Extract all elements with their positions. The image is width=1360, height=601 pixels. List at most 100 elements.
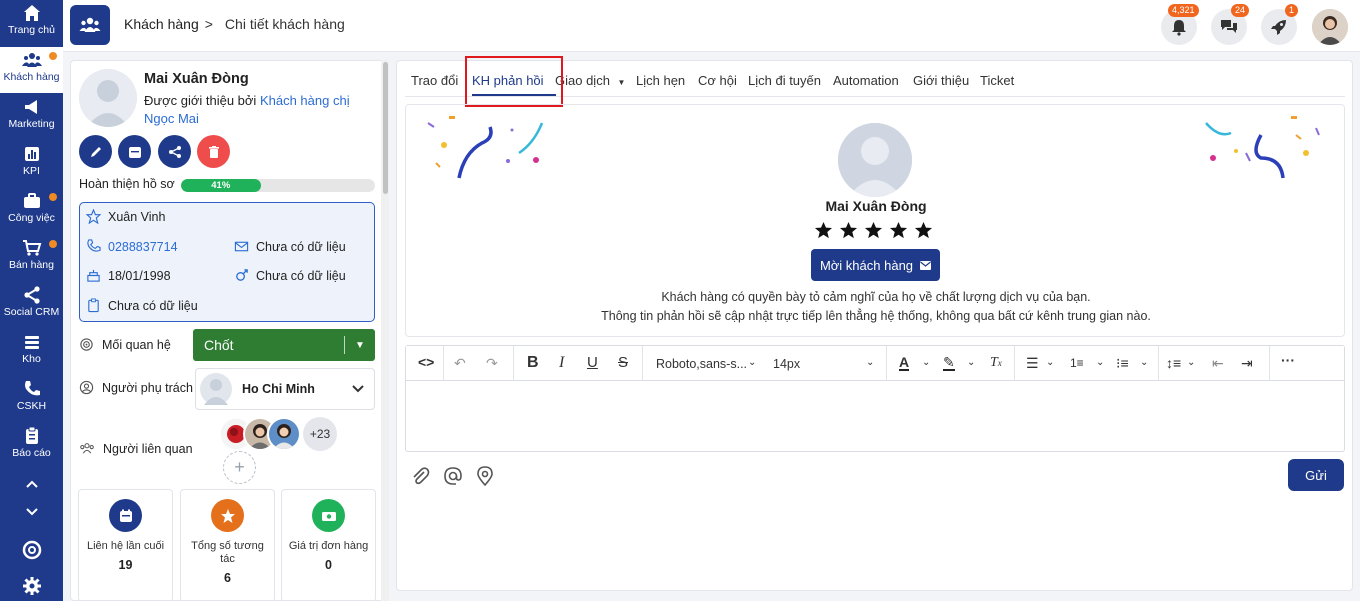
module-button[interactable] — [70, 5, 110, 45]
delete-button[interactable] — [197, 135, 230, 168]
schedule-button[interactable] — [118, 135, 151, 168]
toolbar-divider — [642, 346, 643, 381]
user-avatar[interactable] — [1312, 9, 1348, 45]
nav-item-customers[interactable]: Khách hàng — [0, 47, 63, 93]
chevron-down-icon[interactable]: ⌄ — [748, 357, 756, 368]
caret-down-icon[interactable]: ▼ — [345, 340, 375, 351]
customer-name: Mai Xuân Đòng — [144, 71, 249, 87]
strikethrough-icon[interactable]: S — [618, 354, 628, 371]
relation-select[interactable]: Chốt ▼ — [193, 329, 375, 361]
tab-ticket[interactable]: Ticket — [980, 73, 1014, 88]
nav-item-social-crm[interactable]: Social CRM — [0, 282, 63, 328]
phone-value[interactable]: 0288837714 — [108, 240, 178, 254]
outdent-icon[interactable]: ⇤ — [1212, 355, 1224, 372]
bell-icon — [1172, 20, 1186, 36]
notifications-button[interactable]: 4,321 — [1161, 4, 1199, 45]
cart-icon — [22, 240, 41, 256]
breadcrumb-parent[interactable]: Khách hàng — [124, 16, 199, 32]
location-pin-icon[interactable] — [476, 466, 494, 486]
toolbar-divider — [1014, 346, 1015, 381]
referral-prefix: Được giới thiệu bởi — [144, 93, 257, 108]
nav-item-home[interactable]: Trang chủ — [0, 0, 63, 46]
share-button[interactable] — [158, 135, 191, 168]
more-icon[interactable]: ··· — [1281, 352, 1295, 368]
chevron-down-icon[interactable]: ⌄ — [967, 357, 975, 368]
tab-appointments[interactable]: Lịch hẹn — [636, 73, 685, 88]
nav-item-tasks[interactable]: Công việc — [0, 188, 63, 234]
redo-icon[interactable]: ↷ — [486, 355, 498, 372]
related-label-row: Người liên quan — [79, 441, 193, 456]
star-icon — [914, 221, 933, 239]
nav-item-reports[interactable]: Báo cáo — [0, 423, 63, 469]
edit-button[interactable] — [79, 135, 112, 168]
birthday-row: 18/01/1998 — [86, 268, 171, 283]
tab-transactions[interactable]: Giao dịch ▼ — [555, 73, 625, 88]
owner-select[interactable]: Ho Chi Minh — [195, 368, 375, 410]
nav-label: Công việc — [8, 212, 55, 224]
nav-item-support[interactable]: CSKH — [0, 376, 63, 422]
rocket-button[interactable]: 1 — [1261, 4, 1299, 45]
panel-scrollbar-thumb[interactable] — [383, 62, 388, 194]
email-row: Chưa có dữ liệu — [234, 239, 346, 254]
tab-referrals[interactable]: Giới thiệu — [913, 73, 969, 88]
font-size-select[interactable]: 14px — [773, 357, 800, 371]
text-color-icon[interactable]: A — [899, 355, 910, 371]
breadcrumb: Khách hàng > Chi tiết khách hàng — [124, 16, 345, 32]
nav-scroll-down[interactable] — [0, 500, 63, 524]
related-label: Người liên quan — [103, 441, 193, 456]
rocket-count-badge: 1 — [1285, 4, 1299, 17]
share-icon — [23, 286, 40, 304]
tab-transactions-label: Giao dịch — [555, 73, 610, 88]
chevron-down-icon[interactable]: ⌄ — [1140, 357, 1148, 368]
chevron-down-icon[interactable]: ⌄ — [922, 357, 930, 368]
line-height-icon[interactable]: ↕≡ — [1166, 355, 1181, 371]
envelope-icon — [920, 260, 932, 270]
stat-title: Giá trị đơn hàng — [288, 540, 369, 552]
code-view-icon[interactable]: <> — [418, 354, 434, 370]
tab-exchange[interactable]: Trao đổi — [411, 73, 458, 88]
highlight-icon[interactable]: ✎ — [943, 355, 955, 371]
undo-icon[interactable]: ↶ — [454, 355, 466, 372]
star-icon — [211, 499, 244, 532]
tab-routes[interactable]: Lịch đi tuyến — [748, 73, 821, 88]
nav-label: Marketing — [8, 118, 55, 130]
related-avatar[interactable] — [267, 417, 301, 451]
chevron-down-icon[interactable]: ⌄ — [1096, 357, 1104, 368]
chevron-down-icon[interactable]: ⌄ — [1046, 357, 1054, 368]
messages-button[interactable]: 24 — [1211, 4, 1250, 45]
indent-icon[interactable]: ⇥ — [1241, 355, 1253, 372]
nav-scroll-up[interactable] — [0, 472, 63, 496]
nav-item-warehouse[interactable]: Kho — [0, 329, 63, 375]
nav-help[interactable] — [0, 538, 63, 562]
clear-format-icon[interactable]: Tx — [990, 355, 1002, 371]
person-photo — [269, 419, 299, 449]
tab-opportunities[interactable]: Cơ hội — [698, 73, 737, 88]
tab-automation[interactable]: Automation — [833, 73, 899, 88]
add-related-button[interactable]: + — [223, 451, 256, 484]
users-icon — [79, 17, 101, 32]
send-button[interactable]: Gửi — [1288, 459, 1344, 491]
tab-bar: Trao đổi KH phản hồi Giao dịch ▼ Lịch hẹ… — [405, 56, 1345, 107]
nav-item-marketing[interactable]: Marketing — [0, 94, 63, 140]
ordered-list-icon[interactable]: 1≡ — [1070, 356, 1084, 370]
rocket-icon — [1271, 20, 1286, 35]
more-related-badge[interactable]: +23 — [303, 417, 337, 451]
chat-icon — [1221, 20, 1237, 33]
nav-item-kpi[interactable]: KPI — [0, 141, 63, 187]
invite-customer-button[interactable]: Mời khách hàng — [811, 249, 940, 281]
chevron-down-icon[interactable]: ⌄ — [866, 357, 874, 368]
stat-card-last-contact: Liên hệ lần cuối 19 — [78, 489, 173, 600]
bold-icon[interactable]: B — [527, 354, 539, 372]
nav-settings[interactable] — [0, 574, 63, 598]
nav-item-sales[interactable]: Bán hàng — [0, 235, 63, 281]
font-family-select[interactable]: Roboto,sans-s... — [656, 357, 747, 371]
bullet-list-icon[interactable]: ⁝≡ — [1116, 355, 1129, 372]
paperclip-icon[interactable] — [410, 466, 430, 486]
confetti-left-decoration — [427, 116, 544, 179]
italic-icon[interactable]: I — [559, 354, 564, 372]
star-icon — [889, 221, 908, 239]
chevron-down-icon[interactable]: ⌄ — [1187, 357, 1195, 368]
align-icon[interactable]: ☰ — [1026, 355, 1039, 372]
underline-icon[interactable]: U — [587, 354, 598, 371]
mention-icon[interactable] — [443, 466, 463, 486]
